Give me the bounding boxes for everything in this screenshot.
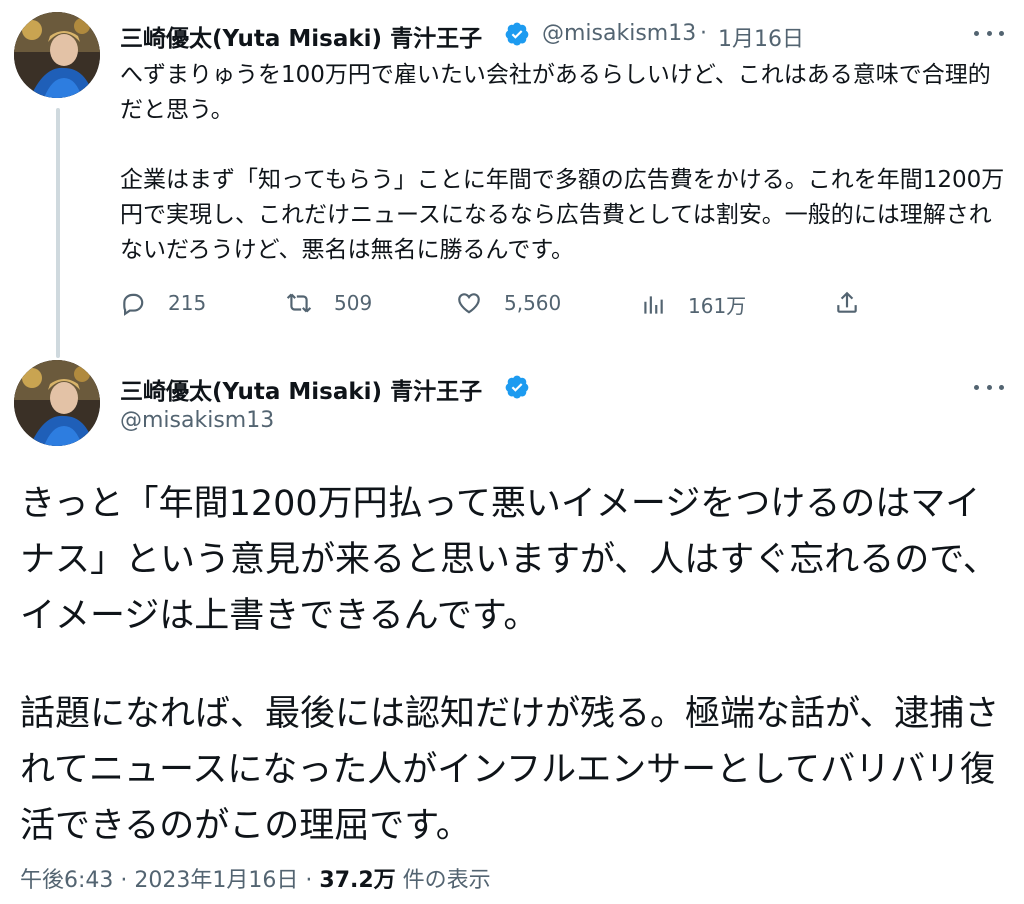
tweet-full-date[interactable]: 2023年1月16日: [134, 868, 298, 893]
share-button[interactable]: [834, 290, 860, 316]
more-icon[interactable]: [974, 382, 1004, 392]
footer-separator: ·: [305, 868, 313, 893]
verified-badge-icon: [505, 22, 529, 46]
avatar-image: [14, 360, 100, 446]
views-button[interactable]: 161万: [640, 290, 746, 319]
share-icon: [837, 291, 857, 313]
avatar[interactable]: [14, 360, 100, 446]
heart-icon: [458, 293, 480, 314]
like-button[interactable]: 5,560: [456, 290, 561, 316]
views-icon: [644, 295, 663, 314]
tweet-date[interactable]: 1月16日: [718, 21, 804, 53]
view-count: 37.2万: [319, 868, 396, 893]
tweet-paragraph: きっと「年間1200万円払って悪いイメージをつけるのはマイナス」という意見が来る…: [20, 484, 998, 636]
tweet-paragraph: 企業はまず「知ってもらう」ことに年間で多額の広告費をかける。これを年間1200万…: [120, 167, 1005, 263]
meta-separator: ·: [700, 21, 707, 46]
tweet-handle[interactable]: @misakism13: [542, 21, 696, 46]
tweet-footer: 午後6:43 · 2023年1月16日 · 37.2万 件の表示: [20, 862, 491, 894]
tweet-time[interactable]: 午後6:43: [20, 868, 113, 893]
retweet-icon: [286, 293, 312, 313]
tweet-text: へずまりゅうを100万円で雇いたい会社があるらしいけど、これはある意味で合理的だ…: [120, 58, 1010, 268]
tweet-handle[interactable]: @misakism13: [120, 408, 274, 433]
tweet-paragraph: 話題になれば、最後には認知だけが残る。極端な話が、逮捕されてニュースになった人が…: [20, 694, 1000, 846]
reply-icon: [123, 293, 144, 316]
reply-button[interactable]: 215: [120, 290, 206, 316]
like-count: 5,560: [504, 291, 562, 315]
tweet-text: きっと「年間1200万円払って悪いイメージをつけるのはマイナス」という意見が来る…: [20, 476, 1010, 854]
retweet-button[interactable]: 509: [286, 290, 372, 316]
view-label: 件の表示: [402, 868, 491, 893]
avatar[interactable]: [14, 12, 100, 98]
reply-count: 215: [168, 291, 207, 315]
avatar-image: [14, 12, 100, 98]
author-name[interactable]: 三崎優太(Yuta Misaki) 青汁王子: [120, 19, 482, 53]
views-count: 161万: [688, 294, 747, 318]
footer-separator: ·: [120, 868, 128, 893]
retweet-count: 509: [334, 291, 373, 315]
tweet-actions: 215 509 5,560 161万: [120, 290, 880, 326]
more-icon[interactable]: [974, 28, 1004, 38]
tweet-paragraph: へずまりゅうを100万円で雇いたい会社があるらしいけど、これはある意味で合理的だ…: [120, 62, 991, 123]
verified-badge-icon: [505, 375, 529, 399]
thread-line: [56, 108, 60, 358]
author-name[interactable]: 三崎優太(Yuta Misaki) 青汁王子: [120, 372, 482, 406]
